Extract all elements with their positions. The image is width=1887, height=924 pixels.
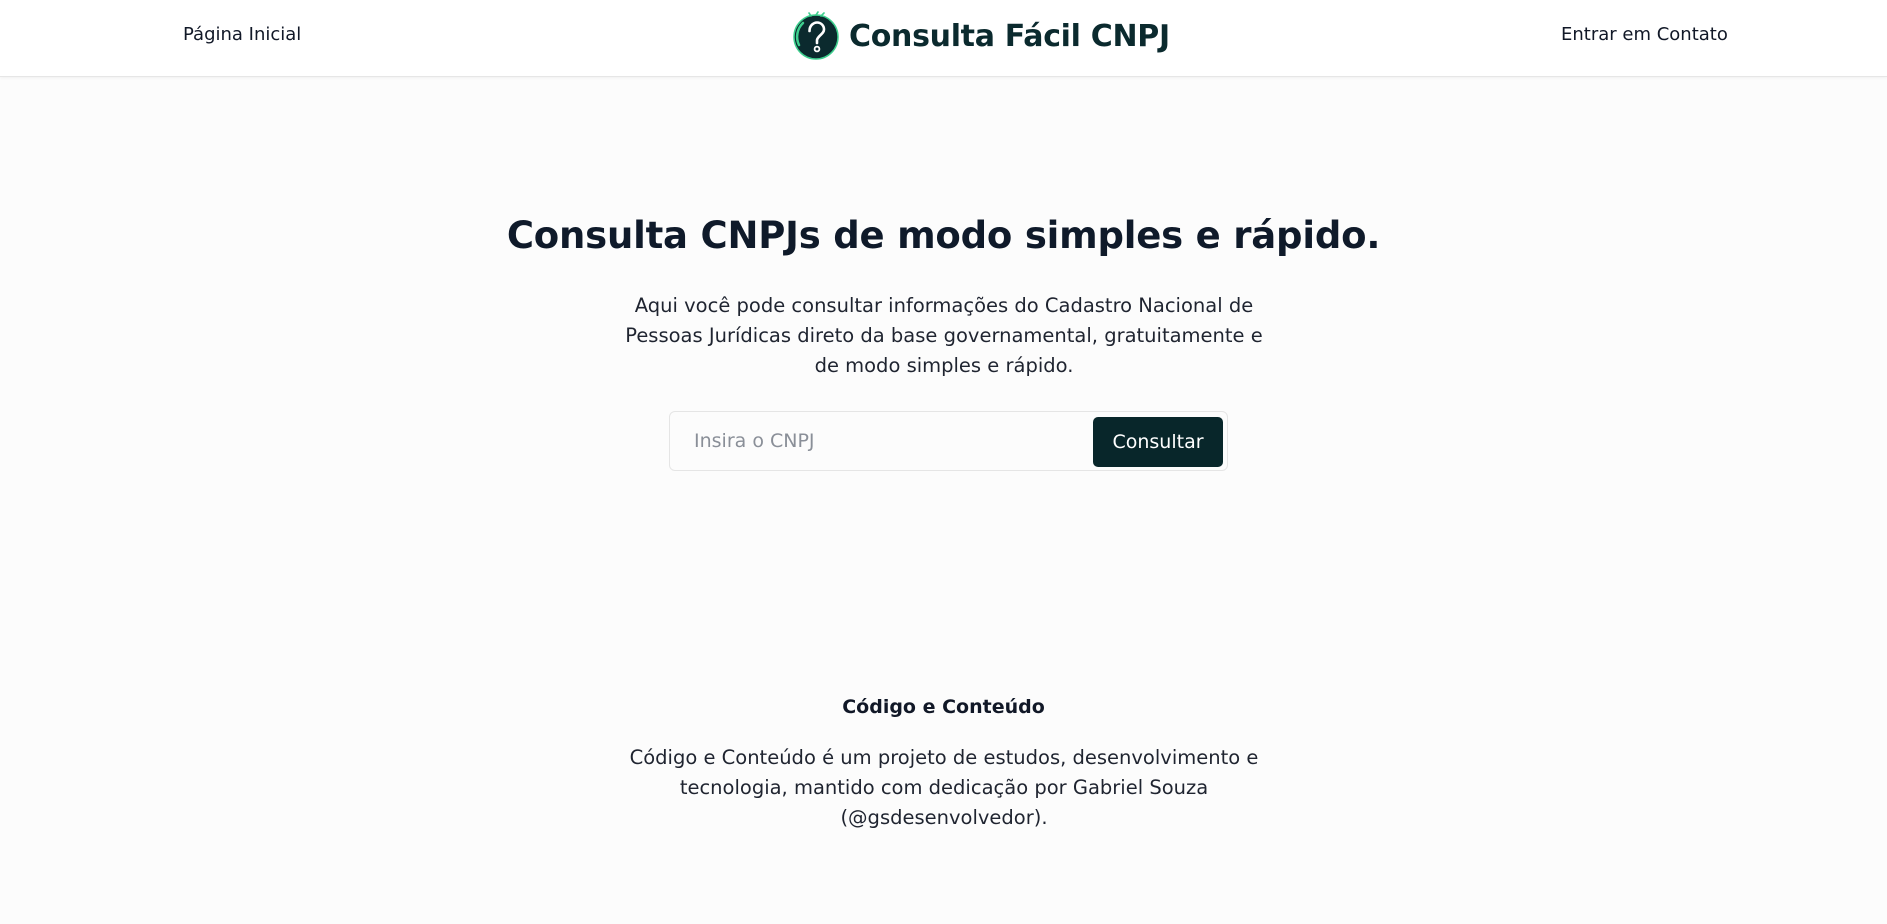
consult-button[interactable]: Consultar [1093,417,1223,467]
nav-link-home[interactable]: Página Inicial [183,24,301,45]
footer-text: Código e Conteúdo é um projeto de estudo… [629,746,1259,829]
brand-logo-link[interactable]: Consulta Fácil CNPJ [791,11,1170,61]
cnpj-search-form: Consultar [669,411,1228,471]
hero-title: Consulta CNPJs de modo simples e rápido. [506,214,1381,257]
cnpj-input[interactable] [682,418,1082,464]
nav-link-contact[interactable]: Entrar em Contato [1561,24,1728,45]
brand-name: Consulta Fácil CNPJ [849,18,1170,54]
question-mark-icon [793,11,839,60]
footer-title: Código e Conteúdo [842,696,1045,718]
top-navigation-bar: Página Inicial Consulta Fácil CNPJ Entra… [0,0,1887,77]
hero-description: Aqui você pode consultar informações do … [625,294,1263,377]
